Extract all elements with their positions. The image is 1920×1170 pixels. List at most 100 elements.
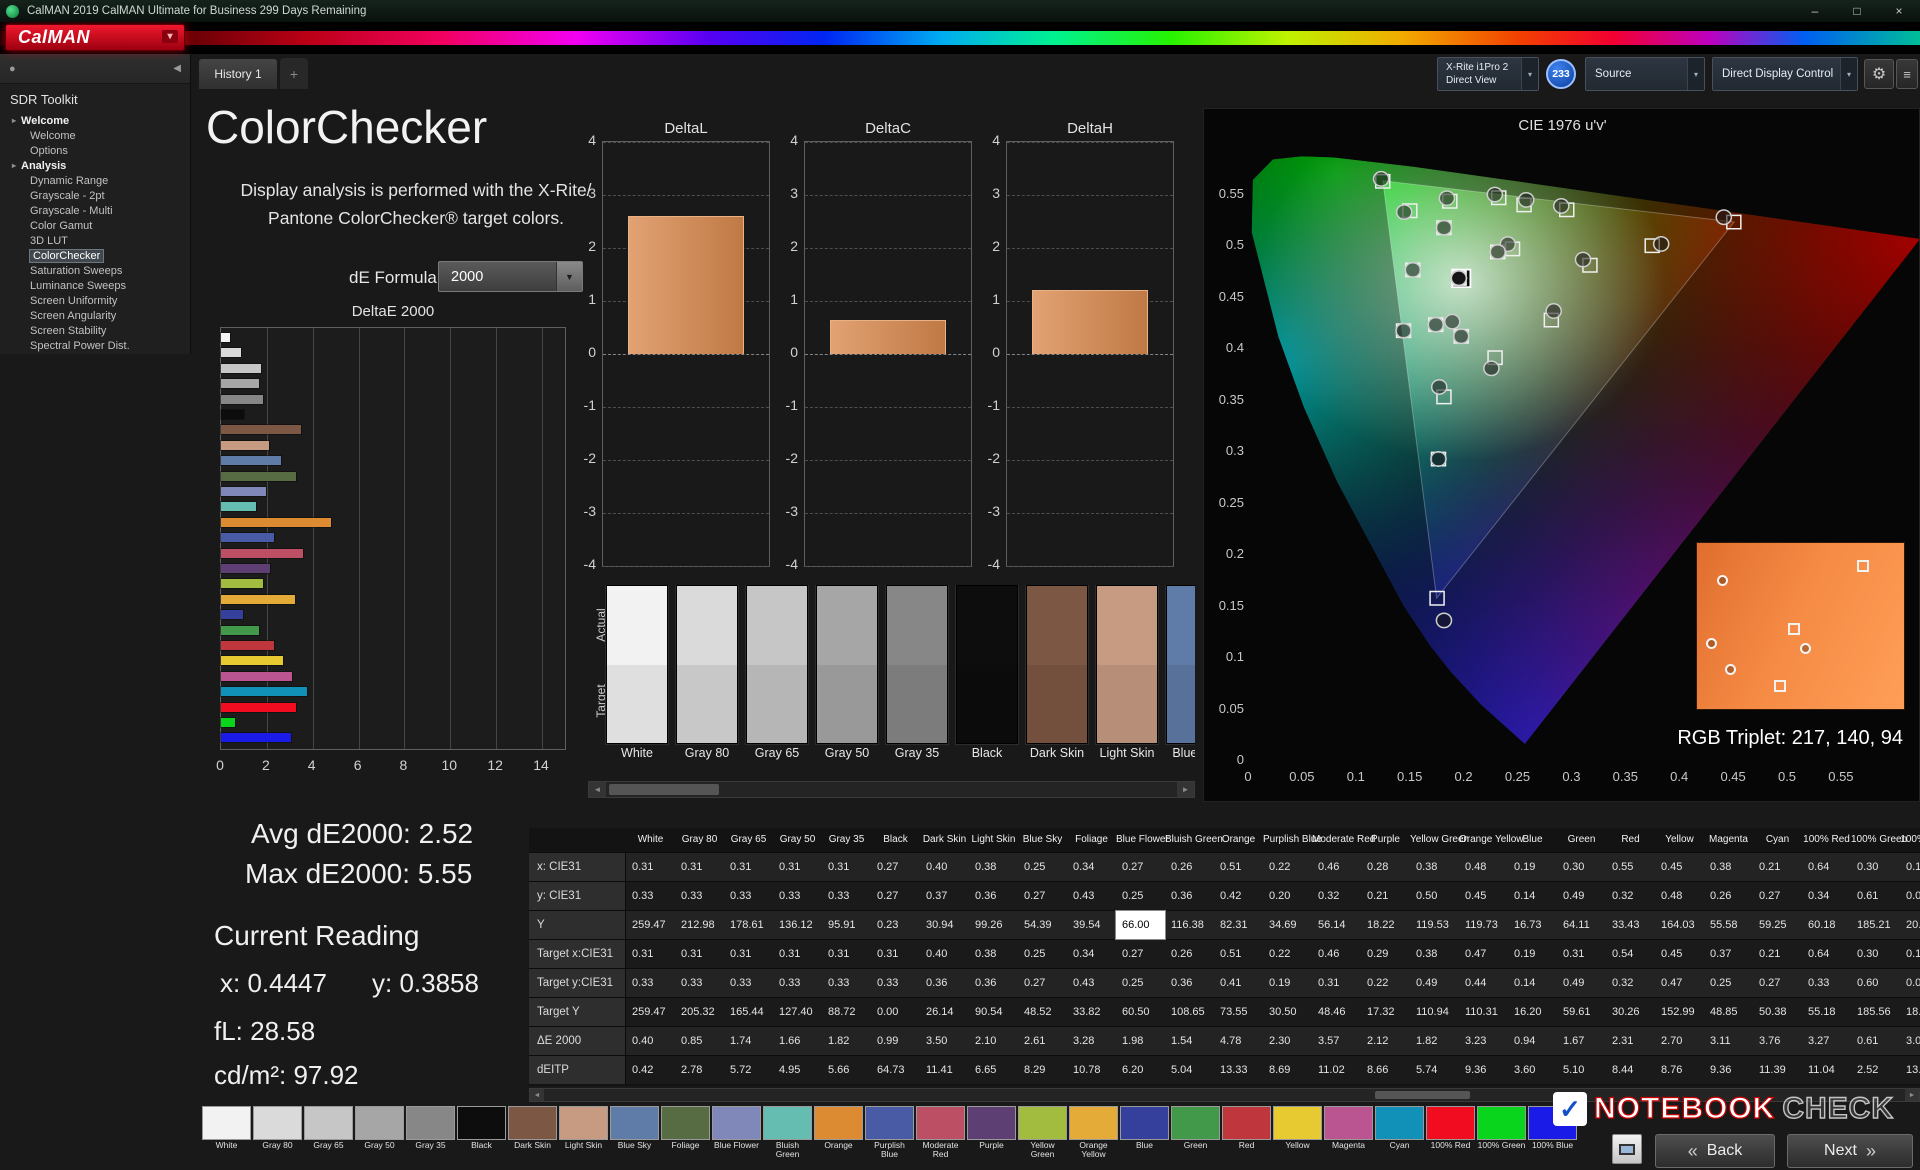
sidebar-item-options[interactable]: Options — [0, 143, 190, 158]
cie-inset-measured-marker — [1725, 664, 1736, 675]
logo-dropdown-icon[interactable]: ▾ — [162, 30, 178, 43]
cie-measured-marker-orange — [1554, 199, 1569, 213]
table-row-target-x-cie31: Target x:CIE31 0.31 0.31 0.31 0.31 0.31 0.31 0.… — [529, 939, 1920, 968]
swatch-label: Light Skin — [1099, 746, 1155, 760]
axis-tick-label: 1 — [790, 291, 798, 307]
table-cell: 0.51 — [1220, 948, 1242, 960]
table-cell: 0.40 — [632, 1035, 654, 1047]
add-tab-button[interactable]: + — [280, 58, 308, 89]
table-cell: 0.30 — [1857, 948, 1879, 960]
table-cell: 119.73 — [1465, 919, 1498, 931]
tab-history-1[interactable]: History 1 — [198, 58, 278, 89]
chevron-down-icon: ▼ — [556, 262, 582, 291]
table-cell: 34.69 — [1269, 919, 1297, 931]
sidebar-item-screen-uniformity[interactable]: Screen Uniformity — [0, 293, 190, 308]
meter-dropdown[interactable]: X-Rite i1Pro 2 Direct View ▾ — [1437, 57, 1539, 91]
table-cell: 0.14 — [1514, 977, 1536, 989]
table-cell: 0.48 — [1465, 861, 1487, 873]
swatch-scrollbar[interactable]: ◄ ► — [588, 781, 1195, 798]
table-cell: 0.33 — [828, 977, 850, 989]
deltae-x-axis: 0 2 4 6 8 10 12 14 — [216, 757, 566, 775]
palette-label: Gray 50 — [364, 1141, 395, 1150]
table-cell: 18.22 — [1367, 919, 1395, 931]
scrollbar-thumb[interactable] — [1375, 1091, 1470, 1099]
table-cell: 1.98 — [1122, 1035, 1144, 1047]
sidebar-item-grayscale-2pt[interactable]: Grayscale - 2pt — [0, 188, 190, 203]
sidebar-item-spectral-power-dist[interactable]: Spectral Power Dist. — [0, 338, 190, 353]
close-button[interactable]: × — [1878, 0, 1920, 22]
sidebar-item-label: Welcome — [21, 114, 70, 127]
table-cell: 0.33 — [779, 977, 801, 989]
workflow-menu-icon[interactable]: ● — [9, 63, 16, 75]
scroll-left-icon[interactable]: ◄ — [589, 782, 606, 797]
table-cell: 1.67 — [1563, 1035, 1585, 1047]
table-cell: 0.22 — [1367, 977, 1389, 989]
sidebar-item-dynamic-range[interactable]: Dynamic Range — [0, 173, 190, 188]
sidebar-collapse-icon[interactable]: ◀ — [173, 63, 181, 74]
table-cell: 0.05 — [1906, 890, 1920, 902]
sidebar-item-grayscale-multi[interactable]: Grayscale - Multi — [0, 203, 190, 218]
scroll-left-icon[interactable]: ◄ — [530, 1089, 544, 1101]
column-header-green: Green — [1567, 834, 1596, 845]
table-cell: 0.31 — [730, 861, 752, 873]
color-swatch-dark-skin — [1026, 585, 1088, 744]
editable-cell[interactable]: 66.00 — [1115, 910, 1166, 940]
display-window-button[interactable] — [1612, 1134, 1642, 1164]
table-cell: 30.26 — [1612, 1006, 1640, 1018]
swatch-label: Black — [971, 746, 1003, 760]
sidebar-item-luminance-sweeps[interactable]: Luminance Sweeps — [0, 278, 190, 293]
sidebar-item-color-gamut[interactable]: Color Gamut — [0, 218, 190, 233]
layout-panel-icon[interactable]: ≡ — [1896, 59, 1918, 89]
table-cell: 0.33 — [779, 890, 801, 902]
table-cell: 0.47 — [1661, 977, 1683, 989]
swatch-target-half — [747, 664, 807, 743]
table-cell: 0.43 — [1073, 977, 1095, 989]
sidebar-item-welcome[interactable]: Welcome — [0, 128, 190, 143]
table-cell: 10.78 — [1073, 1064, 1101, 1076]
sidebar-item-saturation-sweeps[interactable]: Saturation Sweeps — [0, 263, 190, 278]
page-description: Display analysis is performed with the X… — [240, 180, 592, 228]
scroll-right-icon[interactable]: ► — [1177, 782, 1194, 797]
table-cell: 116.38 — [1171, 919, 1204, 931]
column-header-gray-50: Gray 50 — [779, 834, 816, 845]
sidebar-item-screen-angularity[interactable]: Screen Angularity — [0, 308, 190, 323]
back-button[interactable]: « Back — [1655, 1134, 1775, 1168]
table-cell: 99.26 — [975, 919, 1003, 931]
calman-logo-button[interactable]: CalMAN ▾ — [5, 24, 185, 51]
table-cell: 0.64 — [1808, 948, 1830, 960]
palette-color — [1222, 1106, 1271, 1140]
column-header-blue-sky: Blue Sky — [1022, 834, 1063, 845]
de-formula-dropdown[interactable]: 2000 ▼ — [438, 261, 583, 292]
sidebar-item-welcome[interactable]: ▸ Welcome — [0, 113, 190, 128]
cie-measured-marker-cyan — [1396, 323, 1411, 337]
table-cell: 212.98 — [681, 919, 715, 931]
sidebar-item-3d-lut[interactable]: 3D LUT — [0, 233, 190, 248]
palette-swatch-gray-50: Gray 50 — [355, 1106, 404, 1160]
display-control-dropdown[interactable]: Direct Display Control ▾ — [1712, 57, 1858, 91]
notebookcheck-watermark: ✓ NOTEBOOK CHECK — [1553, 1091, 1894, 1126]
table-cell: 1.66 — [779, 1035, 801, 1047]
sidebar-item-screen-stability[interactable]: Screen Stability — [0, 323, 190, 338]
table-cell: 0.06 — [1906, 977, 1920, 989]
axis-tick-label: 0 — [216, 757, 224, 773]
next-button[interactable]: Next » — [1787, 1134, 1913, 1168]
table-cell: 0.27 — [1024, 977, 1046, 989]
gear-icon[interactable]: ⚙ — [1864, 59, 1894, 89]
deltae-bar-foliage — [221, 471, 297, 481]
axis-tick-label: -1 — [785, 397, 798, 413]
source-dropdown[interactable]: Source ▾ — [1585, 57, 1705, 91]
gridline — [1007, 142, 1173, 143]
measurement-table: White Gray 80 Gray 65 Gray 50 Gray 35 Black Da… — [529, 828, 1920, 1086]
minimize-button[interactable]: – — [1794, 0, 1836, 22]
column-header-white: White — [637, 834, 664, 845]
sidebar-item-analysis[interactable]: ▸ Analysis — [0, 158, 190, 173]
swatch-target-half — [1167, 664, 1195, 743]
axis-tick-label: 0.45 — [1720, 769, 1746, 784]
sidebar-item-colorchecker[interactable]: ColorChecker — [0, 248, 190, 263]
scrollbar-thumb[interactable] — [609, 784, 719, 795]
scroll-right-icon[interactable]: ► — [1905, 1089, 1919, 1101]
deltae-bar-100-green — [221, 718, 235, 727]
gridline — [603, 354, 769, 355]
maximize-button[interactable]: □ — [1836, 0, 1878, 22]
cie-inset-target-marker — [1774, 680, 1786, 692]
